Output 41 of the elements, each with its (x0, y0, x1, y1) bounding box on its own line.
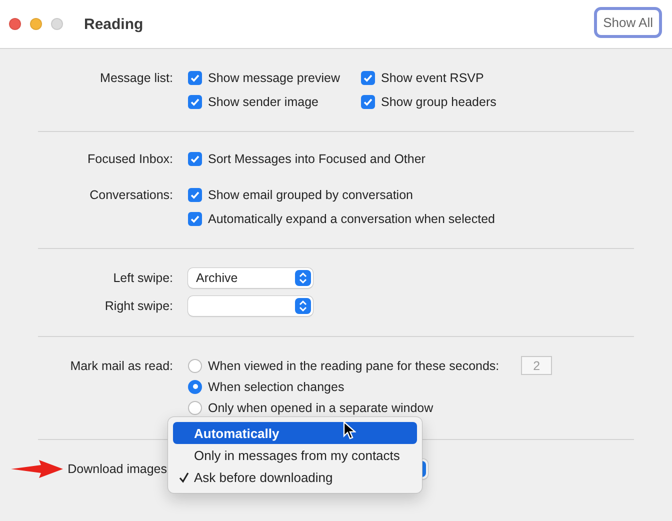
minimize-button[interactable] (30, 18, 42, 30)
checkbox[interactable] (188, 71, 202, 85)
checkmark-icon (179, 472, 189, 482)
checkbox[interactable] (361, 95, 375, 109)
menu-item[interactable]: Automatically (173, 422, 417, 444)
setting-label: Right swipe: (104, 299, 173, 313)
checkbox-label: Sort Messages into Focused and Other (208, 152, 426, 166)
checkbox[interactable] (361, 71, 375, 85)
checkbox[interactable] (188, 152, 202, 166)
checkbox-label: Show sender image (208, 95, 318, 109)
stepper-icon (295, 298, 311, 314)
stepper-icon (295, 270, 311, 286)
show-all-button[interactable]: Show All (594, 7, 662, 38)
radio-label: Only when opened in a separate window (208, 400, 434, 414)
menu-item[interactable]: Only in messages from my contacts (173, 444, 417, 466)
mouse-pointer-icon (343, 421, 356, 440)
checkbox-label: Show event RSVP (381, 71, 484, 85)
radio-button[interactable] (188, 380, 202, 394)
setting-label: Message list: (100, 70, 173, 87)
checkbox-label: Automatically expand a conversation when selected (208, 212, 495, 226)
window-title: Reading (84, 16, 144, 32)
menu-item[interactable]: Ask before downloading (173, 466, 417, 488)
radio-label: When selection changes (208, 380, 344, 394)
checkbox-label: Show email grouped by conversation (208, 188, 413, 202)
checkbox-label: Show group headers (381, 95, 496, 109)
checkbox[interactable] (188, 212, 202, 226)
radio-label: When viewed in the reading pane for these seconds: (208, 358, 500, 372)
checkbox[interactable] (188, 95, 202, 109)
setting-label: Focused Inbox: (88, 152, 173, 166)
annotation-arrow-icon (11, 459, 63, 479)
setting-label: Mark mail as read: (70, 358, 173, 375)
setting-label: Download images (68, 462, 167, 476)
dropdown[interactable]: Archive (188, 268, 313, 288)
radio-button[interactable] (188, 358, 202, 372)
close-button[interactable] (9, 18, 21, 30)
radio-button[interactable] (188, 400, 202, 414)
dropdown[interactable] (188, 296, 313, 316)
checkbox-label: Show message preview (208, 71, 340, 85)
setting-label: Left swipe: (113, 271, 173, 285)
checkbox[interactable] (188, 188, 202, 202)
setting-label: Conversations: (90, 187, 173, 204)
